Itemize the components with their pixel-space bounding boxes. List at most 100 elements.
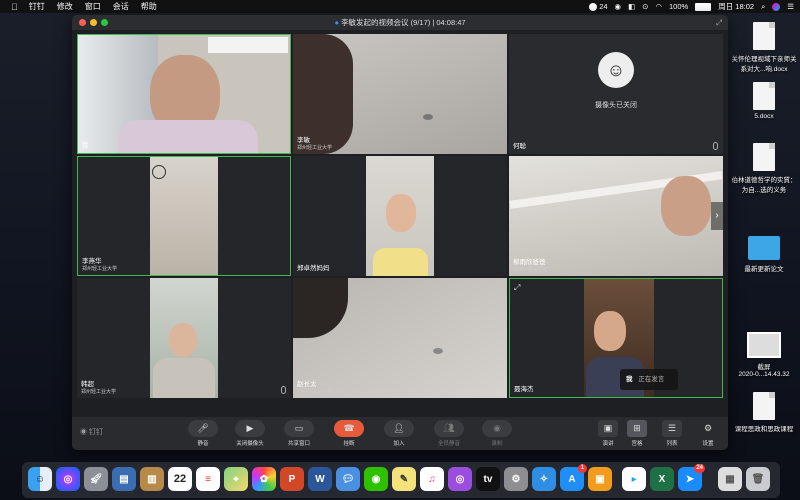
reminders-icon[interactable]: ≡ (196, 467, 220, 491)
mute-all-icon: 👥︎ (434, 420, 464, 437)
desktop-screenshot[interactable]: 截屏 2020-0...14.43.32 (730, 332, 798, 378)
grid-view-label: 宫格 (631, 441, 643, 447)
notes-book-icon[interactable]: ▥ (140, 467, 164, 491)
menu-item-session[interactable]: 会话 (113, 1, 129, 12)
participant-org: 郑州轻工业大学 (297, 389, 333, 395)
books-icon[interactable]: ▣ (588, 467, 612, 491)
menu-item-edit[interactable]: 修改 (57, 1, 73, 12)
menu-item-help[interactable]: 帮助 (141, 1, 157, 12)
menubar-app-icon[interactable]: ◉ (615, 2, 622, 11)
video-tile-limin[interactable]: 李敏 郑州轻工业大学 (293, 34, 507, 154)
participant-shirt (118, 120, 258, 153)
participant-name: 聂海杰 (514, 386, 534, 393)
dingtalk-logo-text: 钉钉 (88, 429, 103, 436)
menubar-app-icon-3[interactable]: ⊙ (642, 2, 648, 11)
expand-icon[interactable]: ⤢ (514, 283, 520, 293)
list-view-button[interactable]: ☰ 列表 (662, 420, 682, 447)
battery-icon[interactable] (695, 2, 712, 11)
record-icon: ◉ (482, 420, 512, 437)
messages-icon[interactable]: 💬︎ (336, 467, 360, 491)
dingtalk-status-icon[interactable]: 24 (589, 2, 608, 11)
next-page-button[interactable]: › (711, 202, 723, 230)
music-icon[interactable]: ♫ (420, 467, 444, 491)
participant-face (386, 194, 416, 232)
minimize-window-button[interactable] (90, 19, 97, 26)
apple-menu-icon[interactable]:  (11, 2, 18, 12)
participant-name: 李敏 (297, 137, 310, 144)
mute-all-button[interactable]: 👥︎ 全员静音 (434, 420, 464, 447)
launchpad-icon[interactable]: 🚀︎ (84, 467, 108, 491)
desktop-file-4[interactable]: 课程思政和思政课程 (730, 392, 798, 433)
add-person-icon: 👤︎ (384, 420, 414, 437)
grid-view-button[interactable]: ⊞ 宫格 (627, 420, 647, 447)
search-icon[interactable]: ⌕ (761, 2, 765, 12)
settings-button[interactable]: ⚙ 设置 (698, 420, 718, 447)
video-tile-zhengzhuoran-mom[interactable]: 郑卓然妈妈 (293, 156, 507, 276)
maps-icon[interactable]: ⌖ (224, 467, 248, 491)
participant-org: 郑州轻工业大学 (297, 145, 333, 151)
siri-icon[interactable]: ◎ (56, 467, 80, 491)
desktop-file-label: 5.docx (754, 113, 774, 120)
close-window-button[interactable] (79, 19, 86, 26)
desktop-file-3[interactable]: 伯林道德哲学的实質：为自...选的义务 (730, 143, 798, 194)
trash-icon[interactable]: 🗑︎ (746, 467, 770, 491)
join-button[interactable]: 👤︎ 加入 (384, 420, 414, 447)
share-screen-icon: ▭ (284, 420, 314, 437)
participant-name: 韩超 (81, 381, 94, 388)
excel-icon[interactable]: X (650, 467, 674, 491)
preview-icon[interactable]: ▤ (112, 467, 136, 491)
menu-item-window[interactable]: 窗口 (85, 1, 101, 12)
window-title: 李敏发起的视频会议 (9/17) | 04:08:47 (341, 18, 466, 27)
appletv-icon[interactable]: tv (476, 467, 500, 491)
video-tile-niehaijie[interactable]: ⤢ 聂海杰 (509, 278, 723, 398)
video-tile-liyanhua[interactable]: 李燕华 郑州轻工业大学 (77, 156, 291, 276)
meeting-shield-icon: ● (334, 18, 339, 27)
video-tile-me[interactable]: 我 (77, 34, 291, 154)
powerpoint-icon[interactable]: P (280, 467, 304, 491)
finder-icon[interactable]: ☺ (28, 467, 52, 491)
app-store-icon[interactable]: A 1 (560, 464, 587, 491)
hangup-button[interactable]: ☎ 挂断 (334, 420, 364, 447)
menubar-app-icon-2[interactable]: ◧ (628, 2, 635, 11)
record-button[interactable]: ◉ 录制 (482, 420, 512, 447)
video-tile-hanchao[interactable]: 韩超 郑州轻工业大学 (77, 278, 291, 398)
participant-hair (293, 278, 348, 338)
desktop-file-2[interactable]: 5.docx (730, 82, 798, 120)
share-window-button[interactable]: ▭ 共享窗口 (284, 420, 314, 447)
siri-icon[interactable] (772, 2, 781, 11)
calendar-icon[interactable]: 22 (168, 467, 192, 491)
dingtalk-dock-icon[interactable]: ➤ 24 (678, 464, 705, 491)
video-tile-liuyuxin-dad[interactable]: › 柳雨欣爸爸 郑州外国语学校 (509, 156, 723, 276)
word-icon[interactable]: W (308, 467, 332, 491)
notes-icon[interactable]: ✎ (392, 467, 416, 491)
participant-name: 何聪 (513, 143, 526, 150)
video-tile-hecong[interactable]: ☺ 摄像头已关闭 何聪 (509, 34, 723, 154)
video-tile-zhaochangtai[interactable]: 赵长太 郑州轻工业大学 (293, 278, 507, 398)
photos-icon[interactable]: ✿ (252, 467, 276, 491)
wifi-icon[interactable]: ◠ (655, 2, 662, 11)
dock: ☺ ◎ 🚀︎ ▤ ▥ 22 ≡ ⌖ ✿ P W 💬︎ ◉ ✎ ♫ ◎ tv ⚙ … (22, 462, 780, 498)
menu-item-dingtalk[interactable]: 钉钉 (29, 1, 45, 12)
camera-off-button[interactable]: ▶ 关闭摄像头 (235, 420, 265, 447)
youku-icon[interactable]: ▶ (622, 467, 646, 491)
speaker-name: 我 (626, 376, 633, 383)
battery-percent: 100% (669, 2, 689, 11)
clock[interactable]: 周日 18:02 (718, 1, 754, 12)
mute-button[interactable]: 🎤︎ 静音 (188, 420, 218, 447)
podcasts-icon[interactable]: ◎ (448, 467, 472, 491)
desktop-folder[interactable]: 最新更新论文 (730, 236, 798, 273)
speaker-view-button[interactable]: ▣ 演讲 (598, 420, 618, 447)
documents-stack-icon[interactable]: ▦ (718, 467, 742, 491)
participant-org: 郑州外国语学校 (513, 267, 549, 273)
safari-icon[interactable]: ✧ (532, 467, 556, 491)
wechat-icon[interactable]: ◉ (364, 467, 388, 491)
maximize-window-button[interactable] (101, 19, 108, 26)
record-label: 录制 (491, 441, 503, 447)
desktop-file-1[interactable]: 关怀伦理视域下亲师关系对大...响.docx (730, 22, 798, 73)
fullscreen-icon[interactable]: ⤢ (716, 15, 722, 30)
dingtalk-badge: 24 (694, 464, 705, 473)
list-layout-icon: ☰ (662, 420, 682, 437)
system-preferences-icon[interactable]: ⚙ (504, 467, 528, 491)
video-meeting-window: ● 李敏发起的视频会议 (9/17) | 04:08:47 ⤢ 我 李敏 郑州轻… (72, 15, 728, 450)
control-center-icon[interactable]: ☰ (787, 2, 794, 11)
